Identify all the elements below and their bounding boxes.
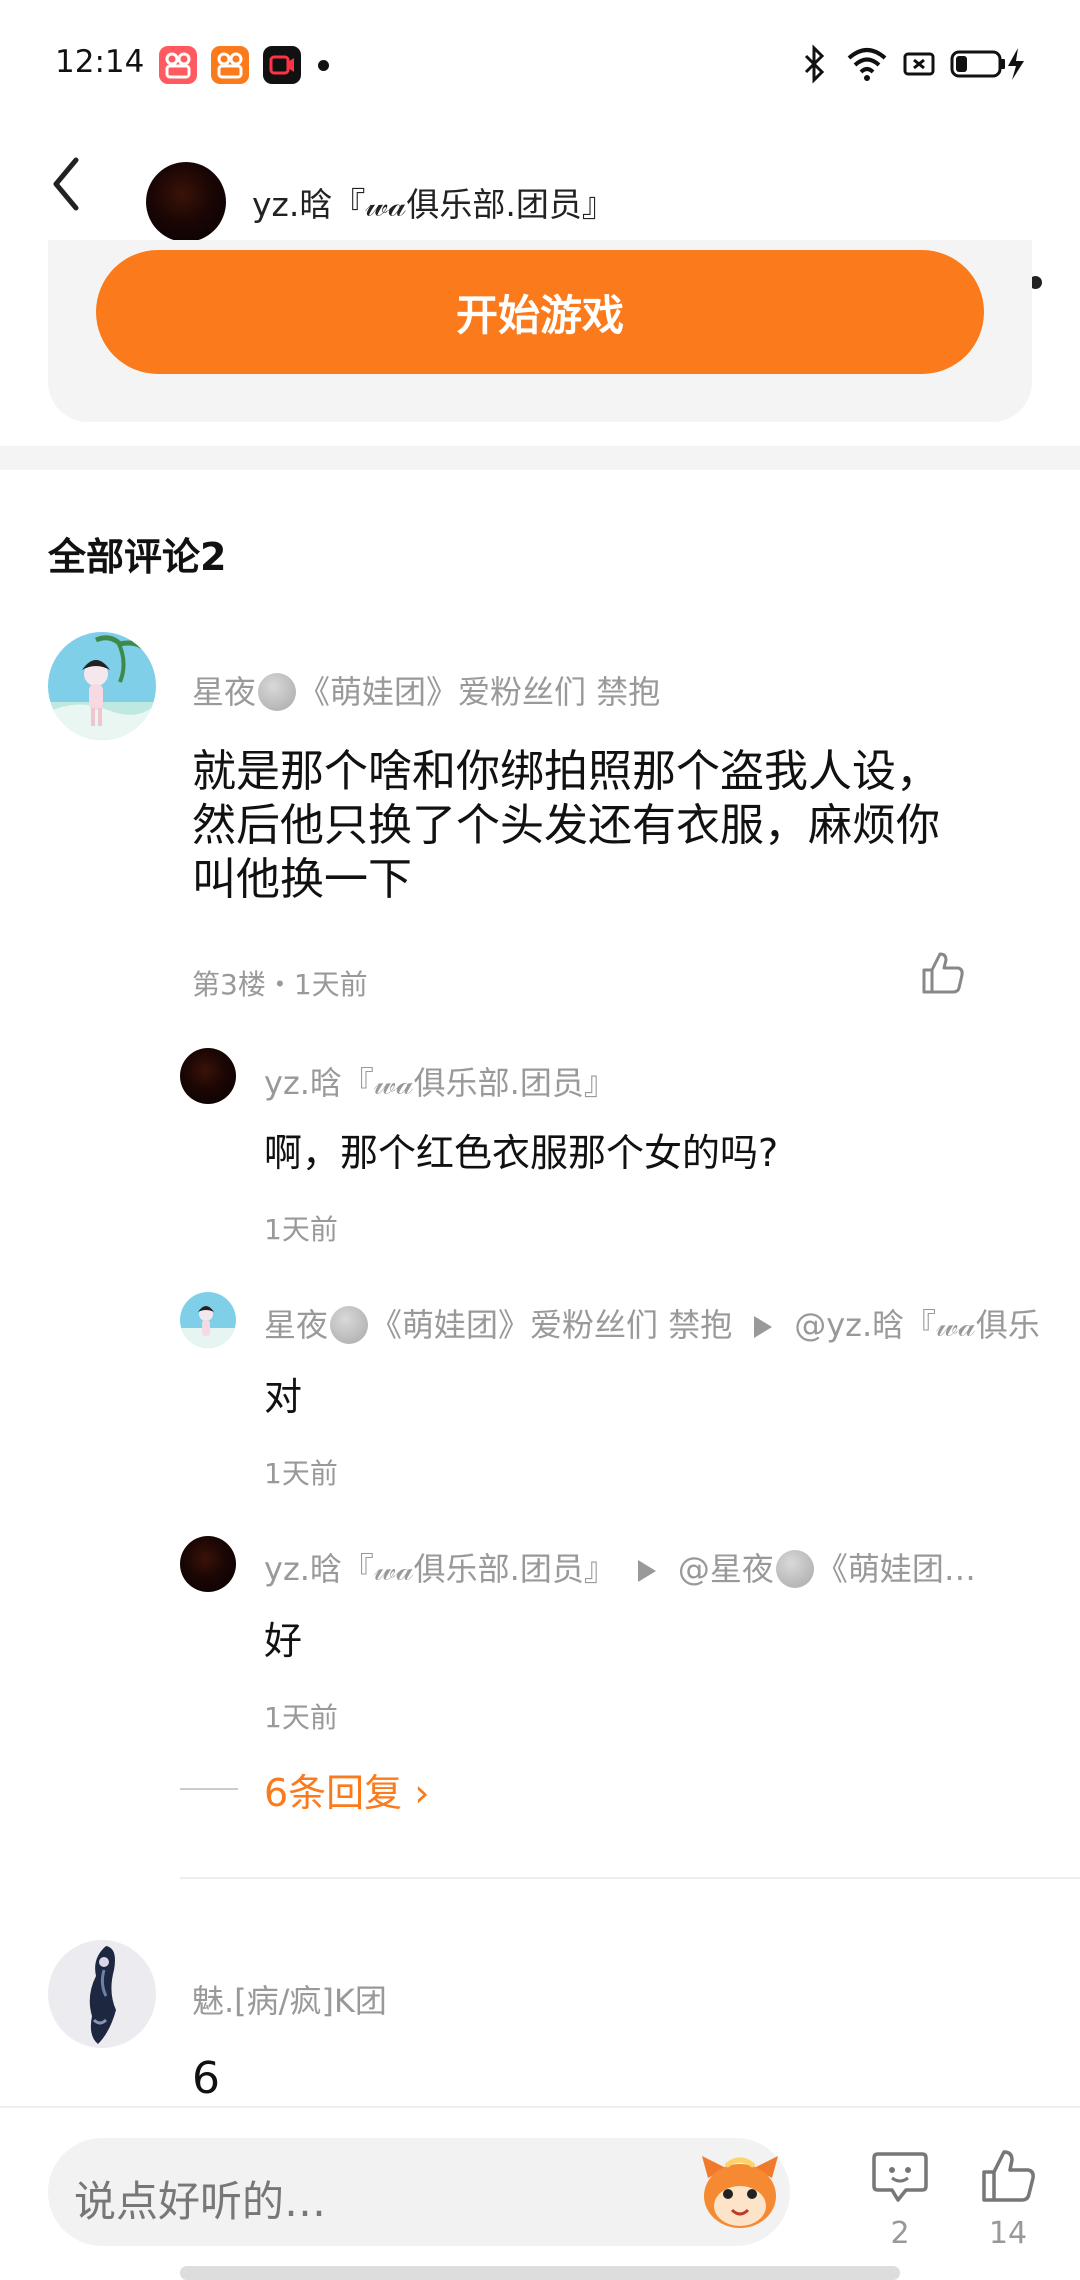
reply-time: 1天前 bbox=[264, 1457, 338, 1490]
author-name[interactable]: yz.晗『𝓌𝒶俱乐部.团员』 bbox=[252, 178, 615, 226]
reply-avatar[interactable] bbox=[180, 1048, 236, 1104]
reply-text: 好 bbox=[264, 1619, 303, 1663]
screen-record-icon bbox=[263, 46, 301, 84]
reply-target-suffix: 《萌娃团… bbox=[815, 1550, 976, 1588]
like-icon[interactable] bbox=[978, 2146, 1038, 2206]
reply-user-name[interactable]: yz.晗『𝓌𝒶俱乐部.团员』 bbox=[264, 1058, 616, 1104]
commenter-name-suffix: 《萌娃团》爱粉丝们 禁抱 bbox=[298, 673, 661, 711]
comment-divider bbox=[180, 1877, 1080, 1879]
reply-target: @yz.晗『𝓌𝒶俱乐 bbox=[794, 1306, 1040, 1344]
reply-arrow-icon bbox=[754, 1316, 773, 1338]
reply-user-name[interactable]: 星夜 《萌娃团》爱粉丝们 禁抱 @yz.晗『𝓌𝒶俱乐 bbox=[264, 1300, 1040, 1346]
app-notification-icon bbox=[159, 46, 197, 84]
commenter-name[interactable]: 魅.[病/疯]K团 bbox=[192, 1976, 387, 2022]
sim-icon bbox=[903, 52, 935, 76]
battery-icon bbox=[950, 48, 1024, 80]
author-avatar[interactable] bbox=[146, 162, 226, 242]
game-card: 开始游戏 bbox=[48, 240, 1032, 422]
reply-user-name-prefix: 星夜 bbox=[264, 1306, 329, 1344]
section-divider bbox=[0, 446, 1080, 470]
commenter-name[interactable]: 星夜 《萌娃团》爱粉丝们 禁抱 bbox=[192, 667, 660, 713]
reply-user-name-suffix: 《萌娃团》爱粉丝们 禁抱 bbox=[370, 1306, 733, 1344]
more-replies-line bbox=[180, 1788, 238, 1790]
more-replies-label: 6条回复 › bbox=[264, 1770, 430, 1815]
comment-icon[interactable] bbox=[870, 2146, 930, 2206]
emoji-face-icon bbox=[330, 1306, 369, 1344]
comment-input-placeholder: 说点好听的… bbox=[74, 2177, 327, 2226]
comment-count: 2 bbox=[890, 2216, 910, 2251]
comment-text: 6 bbox=[192, 2053, 220, 2104]
like-count: 14 bbox=[988, 2216, 1028, 2251]
reply-text: 啊，那个红色衣服那个女的吗? bbox=[264, 1131, 779, 1175]
reply-text: 对 bbox=[264, 1375, 303, 1419]
comment-like-icon[interactable] bbox=[918, 948, 966, 996]
reply-time: 1天前 bbox=[264, 1213, 338, 1246]
comments-title: 全部评论2 bbox=[48, 535, 227, 579]
start-game-button[interactable]: 开始游戏 bbox=[96, 250, 984, 374]
bottom-bar: 说点好听的… 2 14 bbox=[0, 2106, 1080, 2280]
comment-meta: 第3楼・1天前 bbox=[192, 968, 368, 1001]
bluetooth-icon bbox=[804, 44, 825, 84]
reply-time: 1天前 bbox=[264, 1701, 338, 1734]
reply-avatar[interactable] bbox=[180, 1536, 236, 1592]
emoji-face-icon bbox=[775, 1550, 814, 1588]
more-replies-link[interactable]: 6条回复 › bbox=[180, 1764, 430, 1815]
comment-text: 就是那个啥和你绑拍照那个盗我人设，然后他只换了个头发还有衣服，麻烦你叫他换一下 bbox=[192, 746, 940, 905]
reply-target-prefix: @星夜 bbox=[677, 1550, 774, 1588]
commenter-avatar[interactable] bbox=[48, 632, 156, 740]
gesture-nav-bar bbox=[180, 2266, 900, 2280]
back-button[interactable] bbox=[40, 140, 100, 212]
reply-avatar[interactable] bbox=[180, 1292, 236, 1348]
notification-dot bbox=[318, 60, 329, 71]
status-bar: 12:14 bbox=[0, 0, 1080, 120]
reply-user-name[interactable]: yz.晗『𝓌𝒶俱乐部.团员』 @星夜 《萌娃团… bbox=[264, 1544, 976, 1590]
commenter-avatar[interactable] bbox=[48, 1940, 156, 2048]
top-header: yz.晗『𝓌𝒶俱乐部.团员』 关注 bbox=[0, 120, 1080, 316]
reply-arrow-icon bbox=[637, 1560, 656, 1582]
comment-input[interactable]: 说点好听的… bbox=[48, 2138, 790, 2246]
emoji-mascot-icon[interactable] bbox=[696, 2148, 784, 2236]
commenter-name-prefix: 星夜 bbox=[192, 673, 257, 711]
emoji-face-icon bbox=[258, 673, 297, 711]
back-arrow-icon bbox=[53, 157, 79, 211]
reply-user-name-text: yz.晗『𝓌𝒶俱乐部.团员』 bbox=[264, 1550, 616, 1588]
status-time: 12:14 bbox=[55, 44, 145, 80]
wifi-icon bbox=[847, 48, 887, 81]
app-notification-icon bbox=[211, 46, 249, 84]
